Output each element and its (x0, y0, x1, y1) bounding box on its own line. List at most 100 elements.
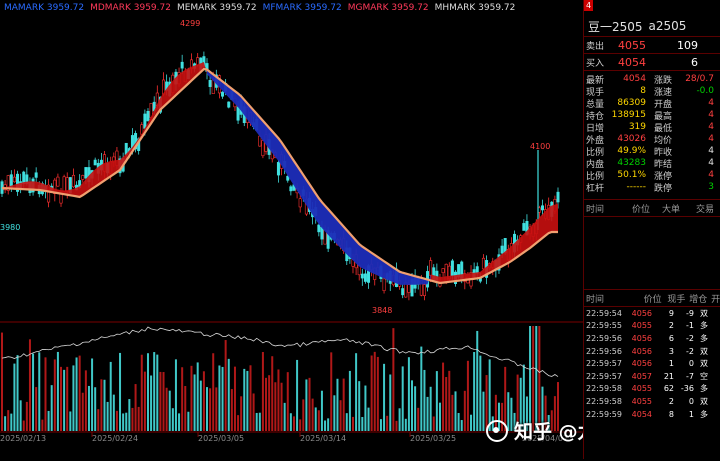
stat-row: 内盘 43283 昨结 4 (586, 158, 714, 170)
volume-bar (417, 407, 420, 431)
volume-bar (265, 377, 268, 431)
candle (34, 172, 38, 178)
volume-bar (206, 387, 209, 431)
volume-bar (333, 395, 336, 431)
volume-bar (122, 413, 125, 431)
volume-bar (535, 326, 538, 431)
volume-bar (187, 411, 190, 431)
volume-bar (146, 353, 149, 431)
volume-bar (351, 416, 354, 431)
volume-bar (451, 394, 454, 431)
panel-header: 4 (584, 0, 720, 16)
volume-bar (389, 374, 392, 431)
volume-bar (317, 410, 320, 431)
volume-bar (426, 396, 429, 431)
candle (500, 245, 504, 254)
volume-bar (60, 366, 63, 431)
volume-bar (438, 402, 441, 431)
candle (227, 101, 231, 108)
volume-bar (94, 387, 97, 431)
volume-bar (50, 385, 53, 431)
candle (450, 260, 454, 276)
volume-bar (411, 380, 414, 431)
date-label: 2025/03/14 (300, 434, 347, 443)
volume-bar (150, 375, 153, 431)
stat-row: 外盘 43026 均价 4 (586, 134, 714, 146)
stat-row: 日增 319 最低 4 (586, 122, 714, 134)
stats-table: 最新 4054 涨跌 28/0.7 现手 8 涨速 -0.0 总量 86309 开盘 4 持仓 13… (584, 71, 720, 195)
volume-bar (119, 352, 122, 431)
volume-bar (330, 352, 333, 431)
stat-row: 比例 49.9% 昨收 4 (586, 146, 714, 158)
volume-bar (529, 326, 532, 431)
volume-bar (84, 370, 87, 431)
volume-bar (233, 366, 236, 431)
candle (12, 176, 16, 183)
volume-bar (460, 420, 463, 431)
volume-bar (75, 357, 78, 431)
date-label: 2025/03/25 (410, 434, 457, 443)
volume-bar (386, 415, 389, 431)
tick-row: 22:59:56 4056 3 -2 双 (586, 346, 708, 356)
price-chart[interactable] (0, 0, 583, 459)
candle (146, 111, 150, 122)
volume-bar (128, 399, 131, 431)
candle (360, 273, 364, 279)
candle (422, 284, 426, 296)
contract-title[interactable]: 豆一2505 a2505 (584, 16, 720, 37)
volume-bar (193, 374, 196, 431)
volume-bar (143, 371, 146, 431)
candle (93, 159, 97, 166)
volume-bar (56, 351, 59, 431)
volume-bar (44, 357, 47, 431)
stat-row: 杠杆 ------ 跌停 3 (586, 182, 714, 194)
stat-row: 比例 50.1% 涨停 4 (586, 170, 714, 182)
candle (382, 278, 386, 292)
candle (298, 198, 302, 208)
volume-bar (140, 354, 143, 431)
candle (429, 260, 433, 276)
tick-row: 22:59:54 4056 9 -9 双 (586, 308, 708, 318)
volume-bar (171, 408, 174, 431)
volume-bar (401, 366, 404, 431)
volume-bar (137, 406, 140, 431)
big-order-list[interactable] (584, 217, 720, 285)
low-mid-label: 3848 (372, 306, 393, 315)
volume-bar (252, 393, 255, 431)
candle (363, 273, 367, 282)
volume-bar (429, 386, 432, 431)
volume-bar (442, 362, 445, 431)
ask-row[interactable]: 卖出 4055 109 (584, 37, 720, 54)
candle (84, 167, 88, 179)
volume-bar (153, 352, 156, 431)
tick-list[interactable]: 22:59:54 4056 9 -9 双 22:59:55 4055 2 -1 多 22:59:… (584, 307, 720, 420)
stat-row: 最新 4054 涨跌 28/0.7 (586, 74, 714, 86)
volume-bar (286, 372, 289, 431)
volume-bar (196, 362, 199, 431)
candle (81, 175, 85, 180)
candle (540, 205, 544, 211)
volume-bar (63, 369, 66, 431)
volume-bar (190, 365, 193, 431)
candle (289, 186, 293, 192)
volume-bar (423, 369, 426, 431)
volume-bar (230, 389, 233, 431)
volume-bar (181, 367, 184, 431)
volume-bar (221, 366, 224, 431)
volume-bar (109, 361, 112, 431)
volume-bar (370, 355, 373, 431)
low-left-label: 3980 (0, 223, 21, 232)
volume-bar (271, 356, 274, 431)
volume-bar (28, 339, 31, 431)
volume-bar (53, 359, 56, 431)
bid-row[interactable]: 买入 4054 6 (584, 54, 720, 71)
volume-bar (404, 418, 407, 431)
volume-bar (336, 378, 339, 431)
volume-bar (283, 402, 286, 431)
volume-bar (159, 371, 162, 431)
volume-bar (296, 359, 299, 431)
volume-bar (479, 355, 482, 431)
volume-bar (320, 390, 323, 431)
volume-bar (482, 391, 485, 431)
tick-row: 22:59:57 4056 1 0 双 (586, 359, 708, 369)
